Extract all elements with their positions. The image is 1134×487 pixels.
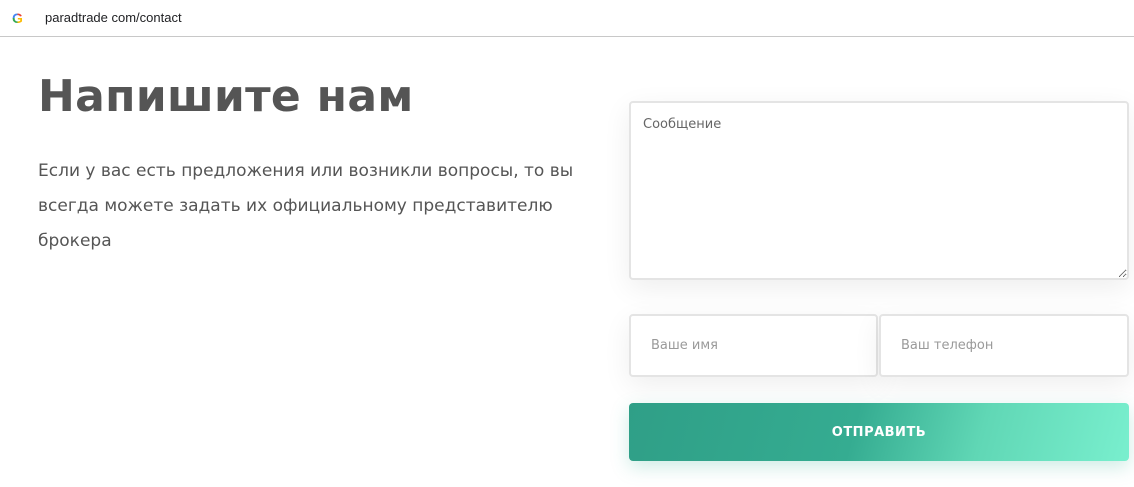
google-g-letter: G [12,10,23,26]
url-text[interactable]: paradtrade com/contact [45,9,182,27]
message-field[interactable] [629,101,1129,280]
address-bar[interactable]: G paradtrade com/contact [0,0,1134,37]
page-title: Напишите нам [38,71,414,122]
submit-button[interactable]: ОТПРАВИТЬ [629,403,1129,461]
google-g-icon: G [12,9,26,27]
intro-text: Если у вас есть предложения или возникли… [38,161,574,251]
name-field[interactable] [629,314,878,377]
phone-field[interactable] [879,314,1129,377]
